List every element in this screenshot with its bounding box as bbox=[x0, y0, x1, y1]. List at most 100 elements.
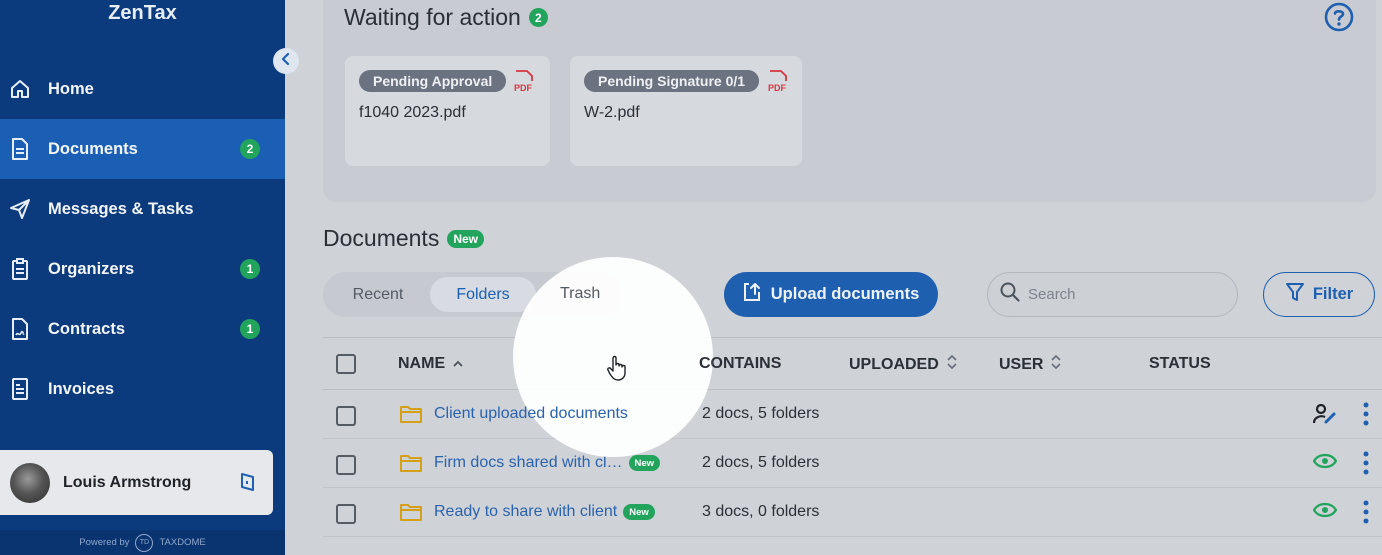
contract-icon bbox=[10, 318, 30, 340]
search-box[interactable] bbox=[987, 272, 1238, 317]
folder-link[interactable]: Ready to share with client New bbox=[434, 503, 655, 521]
row-checkbox[interactable] bbox=[336, 406, 356, 426]
sidebar-item-label: Home bbox=[48, 79, 94, 98]
taxdome-logo-icon: TD bbox=[135, 533, 154, 552]
brand-logo: ZenTax bbox=[108, 2, 177, 24]
table-row[interactable]: Ready to share with client New 3 docs, 0… bbox=[323, 488, 1382, 537]
folder-icon bbox=[400, 405, 422, 428]
waiting-title: Waiting for action 2 bbox=[344, 4, 548, 31]
column-contains-highlight: CONTAINS bbox=[699, 355, 713, 372]
table-row[interactable]: Client uploaded documents 2 docs, 5 fold… bbox=[323, 390, 1382, 439]
row-contains: 2 docs, 5 folders bbox=[702, 405, 820, 422]
pending-doc-card[interactable]: Pending Signature 0/1 PDF W-2.pdf bbox=[570, 56, 802, 166]
sort-icon bbox=[1051, 354, 1062, 374]
new-badge: New bbox=[628, 455, 661, 471]
help-icon[interactable] bbox=[1324, 2, 1354, 37]
sidebar-item-home[interactable]: Home bbox=[0, 59, 285, 119]
table-header: NAME CONTAINS UPLOADED USER STATUS bbox=[323, 337, 1382, 390]
tab-recent[interactable]: Recent bbox=[333, 277, 423, 312]
column-label: UPLOADED bbox=[849, 355, 939, 373]
count-badge: 1 bbox=[240, 259, 260, 279]
sidebar-item-label: Organizers bbox=[48, 259, 135, 278]
row-contains: 3 docs, 0 folders bbox=[702, 503, 820, 520]
clipboard-icon bbox=[10, 258, 30, 280]
column-user[interactable]: USER bbox=[999, 354, 1062, 374]
upload-documents-button[interactable]: Upload documents bbox=[724, 272, 938, 317]
row-contains: 2 docs, 5 folders bbox=[702, 454, 820, 471]
chevron-left-icon bbox=[280, 52, 292, 70]
cursor-spotlight: Trash Client uploaded documents CONTAINS bbox=[513, 257, 713, 457]
doc-name: W-2.pdf bbox=[584, 104, 640, 121]
waiting-count-badge: 2 bbox=[528, 8, 548, 27]
column-uploaded[interactable]: UPLOADED bbox=[849, 354, 957, 374]
documents-title: Documents New bbox=[323, 225, 485, 252]
home-icon bbox=[10, 78, 30, 100]
doc-name: f1040 2023.pdf bbox=[359, 104, 466, 121]
upload-label: Upload documents bbox=[770, 285, 920, 303]
pending-doc-card[interactable]: Pending Approval PDF f1040 2023.pdf bbox=[345, 56, 550, 166]
send-icon bbox=[10, 198, 30, 220]
eye-icon[interactable] bbox=[1312, 501, 1338, 524]
doc-status-badge: Pending Signature 0/1 bbox=[584, 70, 760, 92]
sidebar-item-messages[interactable]: Messages & Tasks bbox=[0, 179, 285, 239]
filter-button[interactable]: Filter bbox=[1263, 272, 1375, 317]
column-label: NAME bbox=[398, 355, 446, 372]
filter-label: Filter bbox=[1312, 285, 1354, 303]
avatar bbox=[10, 462, 50, 503]
more-options-icon[interactable] bbox=[1363, 451, 1369, 480]
filter-icon bbox=[1285, 282, 1305, 307]
table-row[interactable]: Firm docs shared with cl… New 2 docs, 5 … bbox=[323, 439, 1382, 488]
hand-cursor-icon bbox=[607, 355, 627, 386]
row-checkbox[interactable] bbox=[336, 455, 356, 475]
powered-by-label: Powered by bbox=[79, 537, 130, 548]
folder-icon bbox=[400, 503, 422, 526]
sidebar: ZenTax Home Documents 2 Messages & Tasks… bbox=[0, 0, 285, 555]
powered-by: Powered by TD TAXDOME bbox=[0, 530, 285, 555]
sidebar-item-label: Invoices bbox=[48, 379, 115, 398]
waiting-title-text: Waiting for action bbox=[344, 4, 521, 30]
sidebar-item-label: Contracts bbox=[48, 319, 126, 338]
sidebar-item-label: Documents bbox=[48, 139, 138, 158]
more-options-icon[interactable] bbox=[1363, 402, 1369, 431]
user-name: Louis Armstrong bbox=[63, 473, 192, 491]
search-input[interactable] bbox=[1028, 286, 1218, 303]
new-badge: New bbox=[623, 504, 655, 520]
sidebar-item-organizers[interactable]: Organizers 1 bbox=[0, 239, 285, 299]
search-icon bbox=[1000, 282, 1020, 307]
main-content: Waiting for action 2 Pending Approval PD… bbox=[285, 0, 1382, 555]
count-badge: 2 bbox=[240, 139, 260, 159]
doc-status-badge: Pending Approval bbox=[359, 70, 507, 92]
more-options-icon[interactable] bbox=[1363, 500, 1369, 529]
invoice-icon bbox=[10, 378, 30, 400]
count-badge: 1 bbox=[240, 319, 260, 339]
column-name[interactable]: NAME bbox=[398, 355, 463, 373]
user-card[interactable]: Louis Armstrong bbox=[0, 450, 273, 515]
row-checkbox[interactable] bbox=[336, 504, 356, 524]
eye-icon[interactable] bbox=[1312, 452, 1338, 475]
pdf-icon: PDF bbox=[512, 70, 536, 99]
select-all-checkbox[interactable] bbox=[336, 354, 356, 374]
logout-icon[interactable] bbox=[239, 472, 257, 497]
sidebar-item-contracts[interactable]: Contracts 1 bbox=[0, 299, 285, 359]
column-status: STATUS bbox=[1149, 355, 1211, 373]
pdf-icon: PDF bbox=[766, 70, 790, 99]
upload-icon bbox=[743, 282, 761, 307]
svg-text:PDF: PDF bbox=[768, 83, 787, 93]
collapse-sidebar-button[interactable] bbox=[273, 48, 299, 74]
folder-name: Ready to share with client bbox=[434, 503, 618, 520]
documents-title-text: Documents bbox=[323, 225, 440, 251]
sidebar-item-label: Messages & Tasks bbox=[48, 199, 194, 218]
svg-text:PDF: PDF bbox=[514, 83, 533, 93]
tab-trash-highlight: Trash bbox=[560, 285, 601, 302]
new-badge: New bbox=[447, 229, 485, 248]
folder-icon bbox=[400, 454, 422, 477]
sidebar-item-invoices[interactable]: Invoices bbox=[0, 359, 285, 419]
folder-name-highlight: Client uploaded documents bbox=[513, 405, 628, 422]
sort-asc-icon bbox=[453, 355, 463, 373]
user-edit-icon[interactable] bbox=[1312, 403, 1337, 430]
powered-by-brand: TAXDOME bbox=[159, 537, 206, 548]
sort-icon bbox=[947, 354, 957, 374]
sidebar-item-documents[interactable]: Documents 2 bbox=[0, 119, 285, 179]
document-icon bbox=[10, 138, 30, 160]
column-label: STATUS bbox=[1149, 355, 1211, 372]
